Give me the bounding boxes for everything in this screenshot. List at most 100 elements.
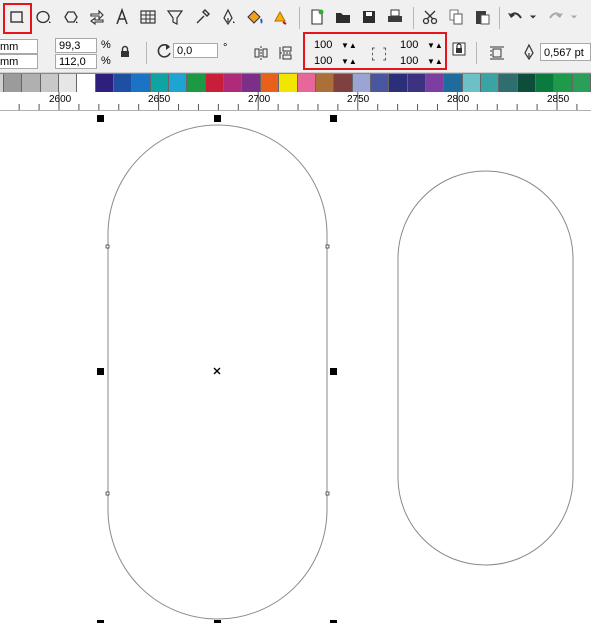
open-button[interactable] (331, 5, 355, 29)
drawing-canvas[interactable] (0, 111, 591, 623)
color-swatch[interactable] (114, 74, 133, 92)
color-swatch[interactable] (462, 74, 481, 92)
toolbox (0, 0, 591, 37)
undo-button[interactable] (503, 5, 527, 29)
node[interactable] (105, 244, 110, 249)
ruler-label: 2600 (49, 94, 72, 105)
cut-button[interactable] (418, 5, 442, 29)
lock-ratio-button[interactable] (115, 42, 135, 62)
ruler-label: 2800 (447, 94, 470, 105)
color-swatch[interactable] (22, 74, 41, 92)
outline-pen-label (519, 42, 539, 62)
color-swatch[interactable] (315, 74, 335, 92)
corner-radius-top-right[interactable]: 100 ▼▲ (397, 38, 444, 53)
color-swatch[interactable] (499, 74, 518, 92)
wrap-text-icon (490, 46, 504, 60)
color-swatch[interactable] (407, 74, 426, 92)
scale-x-field[interactable]: 99,3 (55, 38, 97, 53)
save-button[interactable] (357, 5, 381, 29)
corner-radius-top-left[interactable]: 100 ▼▲ (311, 38, 358, 53)
mirror-vertical-button[interactable] (275, 42, 297, 64)
node[interactable] (325, 491, 330, 496)
interactive-fill-tool-button[interactable] (268, 5, 292, 29)
color-swatch[interactable] (224, 74, 243, 92)
color-swatch[interactable] (535, 74, 555, 92)
color-swatch[interactable] (425, 74, 445, 92)
color-swatch[interactable] (260, 74, 280, 92)
color-swatch[interactable] (389, 74, 408, 92)
handle-right[interactable] (330, 368, 337, 375)
copy-button[interactable] (444, 5, 468, 29)
rounded-rectangle[interactable] (397, 170, 574, 566)
width-field[interactable]: mm (0, 39, 38, 54)
eyedropper-tool-button[interactable] (190, 5, 214, 29)
table-tool-button[interactable] (136, 5, 160, 29)
ellipse-tool-button[interactable] (32, 5, 56, 29)
lock-icon (452, 42, 466, 56)
wrap-text-button[interactable] (486, 42, 508, 64)
corner-radius-bottom-left[interactable]: 100 ▼▲ (311, 54, 358, 69)
rectangle-tool-button[interactable] (5, 5, 29, 29)
color-swatch[interactable] (297, 74, 316, 92)
toolbar-separator (476, 42, 477, 64)
selection-handles[interactable] (97, 115, 337, 623)
color-swatch[interactable] (352, 74, 371, 92)
color-swatch[interactable] (95, 74, 115, 92)
color-swatch[interactable] (77, 74, 96, 92)
property-bar: mm mm 99,3 112,0 % % 0,0 ° 100 ▼▲ 100 ▼▲ 1… (0, 32, 591, 73)
handle-top[interactable] (214, 115, 221, 122)
color-swatch[interactable] (572, 74, 591, 92)
color-swatch[interactable] (242, 74, 261, 92)
mirror-horizontal-button[interactable] (250, 42, 272, 64)
print-button[interactable] (383, 5, 407, 29)
basic-shapes-tool-button[interactable] (85, 5, 109, 29)
node[interactable] (105, 491, 110, 496)
color-swatch[interactable] (554, 74, 573, 92)
spin-down-icon[interactable]: ▼▲ (341, 54, 357, 69)
fill-tool-button[interactable] (242, 5, 266, 29)
copy-icon (449, 9, 463, 25)
handle-left[interactable] (97, 368, 104, 375)
color-swatch[interactable] (187, 74, 206, 92)
color-swatch[interactable] (4, 74, 23, 92)
outline-width-field[interactable]: 0,567 pt (540, 43, 591, 61)
polygon-tool-button[interactable] (59, 5, 83, 29)
redo-icon (549, 12, 563, 19)
text-tool-button[interactable] (110, 5, 134, 29)
save-icon (363, 11, 375, 23)
redo-dropdown[interactable] (567, 5, 581, 29)
outline-pen-tool-button[interactable] (216, 5, 240, 29)
node[interactable] (325, 244, 330, 249)
color-swatch[interactable] (169, 74, 188, 92)
spin-down-icon[interactable]: ▼▲ (427, 38, 443, 53)
handle-top-right[interactable] (330, 115, 337, 122)
paste-button[interactable] (470, 5, 494, 29)
rotation-field[interactable]: 0,0 (173, 43, 218, 58)
color-swatch[interactable] (279, 74, 298, 92)
color-swatch[interactable] (132, 74, 151, 92)
new-document-icon (311, 9, 324, 25)
spin-down-icon[interactable]: ▼▲ (341, 38, 357, 53)
spin-down-icon[interactable]: ▼▲ (427, 54, 443, 69)
new-document-button[interactable] (305, 5, 329, 29)
color-swatch[interactable] (444, 74, 463, 92)
paste-icon (476, 11, 490, 25)
color-swatch[interactable] (59, 74, 78, 92)
undo-dropdown[interactable] (526, 5, 540, 29)
corner-lock-button[interactable] (450, 40, 468, 58)
color-swatch[interactable] (205, 74, 225, 92)
redo-button[interactable] (544, 5, 568, 29)
color-swatch[interactable] (480, 74, 500, 92)
handle-top-left[interactable] (97, 115, 104, 122)
corner-radius-bottom-right[interactable]: 100 ▼▲ (397, 54, 444, 69)
color-swatch[interactable] (370, 74, 390, 92)
center-marker-icon[interactable] (213, 367, 221, 375)
scale-y-field[interactable]: 112,0 (55, 54, 97, 69)
height-field[interactable]: mm (0, 54, 38, 69)
dimension-tool-button[interactable] (163, 5, 187, 29)
color-swatch[interactable] (150, 74, 170, 92)
color-swatch[interactable] (517, 74, 536, 92)
color-swatch[interactable] (334, 74, 353, 92)
color-swatch[interactable] (40, 74, 60, 92)
chevron-down-icon (529, 15, 537, 19)
